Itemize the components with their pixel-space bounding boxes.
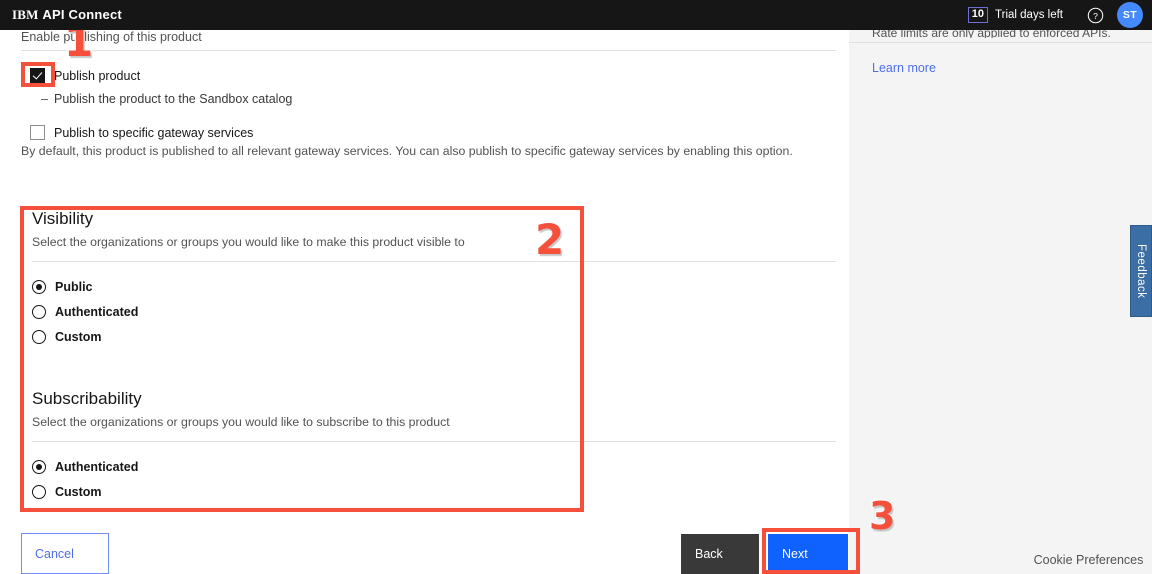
radio-icon[interactable] bbox=[32, 484, 46, 499]
visibility-radio-group: Public Authenticated Custom bbox=[21, 262, 836, 349]
enable-publishing-text: Enable publishing of this product bbox=[21, 30, 202, 44]
cookie-preferences-button[interactable]: Cookie Preferences bbox=[1025, 546, 1152, 574]
publish-sandbox-catalog-label: Publish the product to the Sandbox catal… bbox=[54, 92, 293, 106]
radio-icon[interactable] bbox=[32, 329, 46, 344]
main-content-pane: Enable publishing of this product Publis… bbox=[0, 30, 849, 574]
visibility-description: Select the organizations or groups you w… bbox=[32, 235, 465, 249]
radio-icon[interactable] bbox=[32, 279, 46, 294]
publish-product-checkbox[interactable] bbox=[30, 68, 45, 83]
subscribability-option-label: Authenticated bbox=[55, 459, 139, 474]
visibility-card: Visibility Select the organizations or g… bbox=[21, 208, 836, 349]
subscribability-description: Select the organizations or groups you w… bbox=[32, 415, 450, 429]
app-root: IBM API Connect 10 Trial days left ? ST … bbox=[0, 0, 1152, 574]
trial-days-badge: 10 bbox=[967, 7, 989, 23]
subscribability-title: Subscribability bbox=[32, 389, 142, 408]
visibility-option-public[interactable]: Public bbox=[32, 274, 836, 299]
subscribability-option-authenticated[interactable]: Authenticated bbox=[32, 454, 836, 479]
radio-icon[interactable] bbox=[32, 459, 46, 474]
publish-gateway-label: Publish to specific gateway services bbox=[54, 125, 254, 140]
cancel-button[interactable]: Cancel bbox=[21, 533, 109, 574]
app-header: IBM API Connect 10 Trial days left ? ST bbox=[0, 0, 1152, 30]
visibility-title: Visibility bbox=[32, 209, 94, 228]
right-side-panel: Rate limits are only applied to enforced… bbox=[849, 26, 1152, 574]
avatar[interactable]: ST bbox=[1117, 2, 1143, 28]
visibility-option-authenticated[interactable]: Authenticated bbox=[32, 299, 836, 324]
gateway-helper-text: By default, this product is published to… bbox=[21, 144, 793, 158]
publish-gateway-checkbox[interactable] bbox=[30, 125, 45, 140]
back-button[interactable]: Back bbox=[681, 534, 759, 574]
subscribability-card: Subscribability Select the organizations… bbox=[21, 388, 836, 504]
help-circle-icon[interactable]: ? bbox=[1081, 0, 1109, 30]
brand-ibm: IBM bbox=[12, 7, 39, 22]
header-right-group: 10 Trial days left ? ST bbox=[967, 0, 1152, 30]
publish-product-row[interactable]: Publish product bbox=[30, 68, 140, 83]
publish-product-label: Publish product bbox=[54, 68, 141, 83]
next-button[interactable]: Next bbox=[768, 534, 848, 574]
brand-title: IBM API Connect bbox=[12, 7, 122, 23]
learn-more-link[interactable]: Learn more bbox=[872, 61, 936, 75]
radio-icon[interactable] bbox=[32, 304, 46, 319]
brand-product: API Connect bbox=[42, 7, 122, 22]
subscribability-radio-group: Authenticated Custom bbox=[21, 442, 836, 504]
publish-sandbox-catalog-item: – Publish the product to the Sandbox cata… bbox=[41, 92, 292, 106]
publish-gateway-row[interactable]: Publish to specific gateway services bbox=[30, 125, 253, 140]
divider-top bbox=[21, 50, 836, 51]
svg-text:?: ? bbox=[1093, 10, 1098, 20]
visibility-option-label: Custom bbox=[55, 329, 102, 344]
feedback-tab-label: Feedback bbox=[1135, 243, 1147, 299]
subscribability-option-label: Custom bbox=[55, 484, 102, 499]
trial-days-label: Trial days left bbox=[995, 9, 1063, 21]
right-panel-divider bbox=[849, 42, 1152, 43]
visibility-option-label: Authenticated bbox=[55, 304, 139, 319]
visibility-option-label: Public bbox=[55, 279, 93, 294]
dash-bullet-icon: – bbox=[41, 92, 48, 106]
visibility-option-custom[interactable]: Custom bbox=[32, 324, 836, 349]
feedback-tab[interactable]: Feedback bbox=[1130, 225, 1152, 317]
subscribability-option-custom[interactable]: Custom bbox=[32, 479, 836, 504]
